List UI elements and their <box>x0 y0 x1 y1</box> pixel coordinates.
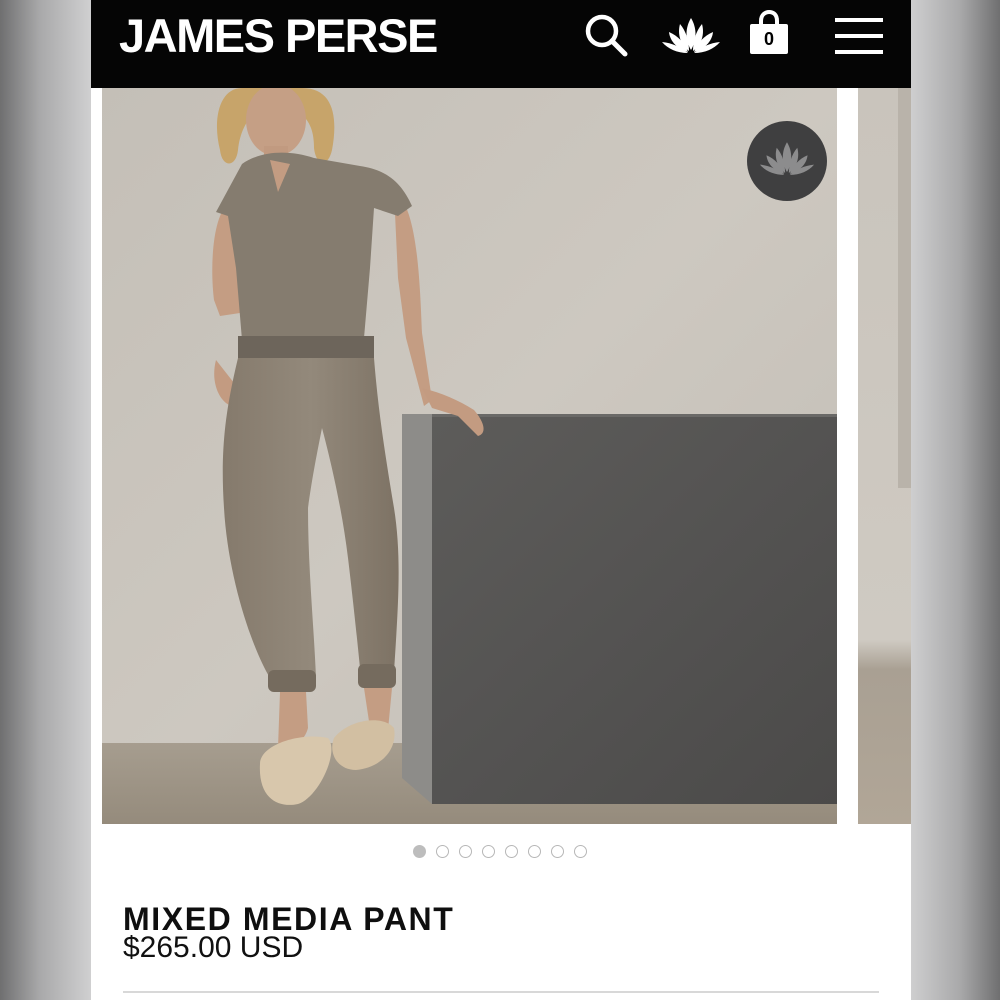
carousel-dot[interactable] <box>574 845 587 858</box>
product-image[interactable] <box>102 88 837 824</box>
product-image-carousel[interactable] <box>91 88 911 824</box>
lotus-icon <box>759 142 815 175</box>
top-navbar: JAMES PERSE 0 <box>91 0 911 88</box>
next-product-image-peek[interactable] <box>858 88 911 824</box>
lotus-button[interactable] <box>661 14 721 58</box>
carousel-dot[interactable] <box>482 845 495 858</box>
carousel-dot[interactable] <box>528 845 541 858</box>
hamburger-menu-icon <box>835 18 883 22</box>
cart-button[interactable]: 0 <box>749 10 793 56</box>
divider <box>123 991 879 993</box>
product-price: $265.00 USD <box>123 931 304 964</box>
search-button[interactable] <box>583 12 631 60</box>
lotus-icon <box>662 18 720 53</box>
carousel-dot[interactable] <box>505 845 518 858</box>
search-icon <box>585 14 628 57</box>
brand-logo[interactable]: JAMES PERSE <box>119 8 438 64</box>
carousel-dot[interactable] <box>413 845 426 858</box>
menu-button[interactable] <box>833 16 885 56</box>
carousel-dot[interactable] <box>551 845 564 858</box>
carousel-dot[interactable] <box>436 845 449 858</box>
product-page: JAMES PERSE 0 MIXED MEDIA PANT $265.00 U… <box>91 0 911 1000</box>
carousel-dot[interactable] <box>459 845 472 858</box>
cart-count-badge: 0 <box>763 29 774 49</box>
lotus-badge[interactable] <box>747 121 827 201</box>
product-photo <box>102 88 837 824</box>
